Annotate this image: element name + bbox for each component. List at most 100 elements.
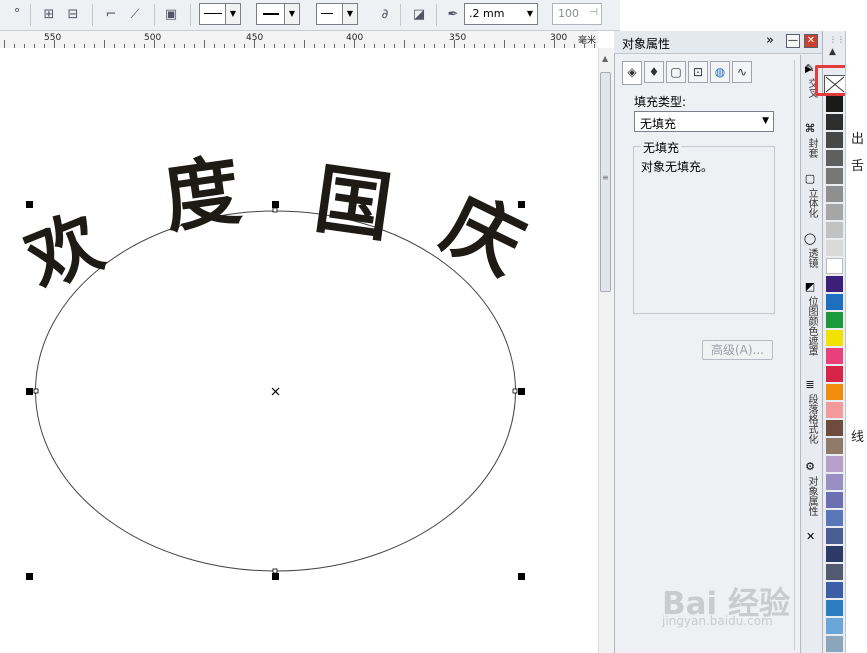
wrap-icon[interactable]: ▣: [162, 6, 180, 24]
color-swatch[interactable]: [826, 582, 843, 598]
line-style-select[interactable]: ▼: [256, 3, 300, 25]
advanced-button[interactable]: 高级(A)...: [702, 340, 773, 360]
canvas-scroll-thumb[interactable]: ≡: [600, 72, 611, 292]
color-swatch[interactable]: [826, 456, 843, 472]
ruler-tick: [204, 40, 205, 48]
outline-width-select[interactable]: .2 mm ▼: [464, 3, 538, 25]
fill-info-title: 无填充: [641, 139, 682, 156]
color-swatch[interactable]: [826, 528, 843, 544]
close-button[interactable]: ✕: [804, 34, 818, 48]
canvas-svg: 欢 度 国 庆: [14, 145, 537, 580]
shadow-icon[interactable]: ◪: [410, 6, 428, 24]
color-swatch[interactable]: [826, 150, 843, 166]
color-swatch[interactable]: [826, 96, 843, 112]
color-swatch[interactable]: [826, 546, 843, 562]
color-swatch[interactable]: [826, 258, 843, 274]
color-swatch[interactable]: [826, 420, 843, 436]
handle-left: [26, 388, 33, 395]
envelope-icon[interactable]: ⌘: [803, 122, 817, 136]
chevron-down-icon: ▼: [762, 116, 769, 126]
color-swatch[interactable]: [826, 564, 843, 580]
ruler-label: 500: [144, 33, 162, 43]
color-swatch[interactable]: [826, 438, 843, 454]
scale-value: 100: [558, 7, 579, 20]
curve-tab-icon[interactable]: ∿: [732, 61, 752, 83]
color-swatch[interactable]: [826, 204, 843, 220]
text-glyph[interactable]: 欢: [14, 198, 114, 304]
dimension-icon[interactable]: ⟋: [126, 6, 144, 24]
extrude-icon[interactable]: ▢: [803, 172, 817, 186]
text-glyph[interactable]: 度: [158, 145, 246, 244]
distribute-icon[interactable]: ⊟: [64, 6, 82, 24]
color-swatch[interactable]: [826, 618, 843, 634]
toolbar-separator: [436, 4, 437, 26]
color-swatch[interactable]: [826, 384, 843, 400]
color-swatch[interactable]: [826, 240, 843, 256]
lens-icon[interactable]: ◯: [803, 232, 817, 246]
color-swatch[interactable]: [826, 114, 843, 130]
scroll-up-icon[interactable]: ▲: [602, 54, 608, 63]
color-swatch[interactable]: [826, 600, 843, 616]
ruler-label: 550: [44, 33, 62, 43]
start-arrow-select[interactable]: ▼: [199, 3, 241, 25]
text-glyph[interactable]: 庆: [430, 178, 537, 291]
color-swatch[interactable]: [826, 474, 843, 490]
frame-tab-icon[interactable]: ▢: [666, 61, 686, 83]
color-swatch[interactable]: [826, 222, 843, 238]
vertical-tab-label[interactable]: 段落格式化: [803, 394, 819, 444]
vertical-tab-label[interactable]: 位图颜色遮罩: [803, 296, 819, 356]
color-swatch[interactable]: [826, 636, 843, 652]
horizontal-ruler[interactable]: 550 500 450 400 350 300 毫米: [0, 31, 598, 49]
handle-bottom-right: [518, 573, 525, 580]
vertical-tab-label[interactable]: 对象属性: [803, 476, 819, 516]
end-arrow-select[interactable]: ▼: [316, 3, 358, 25]
fill-tab-icon[interactable]: ◈: [622, 61, 642, 85]
bitmap-mask-icon[interactable]: ◩: [803, 280, 817, 294]
color-swatch[interactable]: [826, 294, 843, 310]
drawing-canvas[interactable]: 欢 度 国 庆: [0, 48, 598, 653]
watermark-url: jingyan.baidu.com: [662, 614, 773, 628]
color-swatch[interactable]: [826, 132, 843, 148]
docker-title-bar[interactable]: 对象属性 » — ✕: [614, 31, 822, 54]
text-wrap-icon[interactable]: ∂: [376, 6, 394, 24]
handle-right: [518, 388, 525, 395]
color-swatch[interactable]: [826, 492, 843, 508]
paragraph-icon[interactable]: ≣: [803, 378, 817, 392]
color-swatch[interactable]: [826, 312, 843, 328]
palette-scroll-up-icon[interactable]: ▲: [829, 47, 836, 57]
outline-pen-tab-icon[interactable]: ♦: [644, 61, 664, 83]
ruler-tick: [304, 40, 305, 48]
color-swatch[interactable]: [826, 168, 843, 184]
fill-type-select[interactable]: 无填充 ▼: [634, 111, 774, 132]
color-swatch[interactable]: [826, 366, 843, 382]
properties-icon[interactable]: ⚙: [803, 460, 817, 474]
color-swatch[interactable]: [826, 330, 843, 346]
vertical-tab-label[interactable]: 封套: [803, 138, 819, 158]
fill-type-label: 填充类型:: [634, 95, 687, 109]
color-swatch[interactable]: [826, 510, 843, 526]
minimize-button[interactable]: —: [786, 34, 800, 48]
toolbar-separator: [400, 4, 401, 26]
color-swatch[interactable]: [826, 276, 843, 292]
pen-icon: ✒: [447, 7, 459, 22]
scale-input[interactable]: 100 ⊣: [552, 3, 602, 25]
lock-icon[interactable]: ⊣: [589, 7, 598, 18]
edge-text: 出: [851, 132, 865, 147]
expand-icon[interactable]: »: [766, 33, 774, 48]
toolbar-separator: [190, 4, 191, 26]
watermark: Bai 经验 jingyan.baidu.com: [662, 578, 790, 628]
color-swatch[interactable]: [826, 402, 843, 418]
property-toolbar: ° ⊞ ⊟ ⌐ ⟋ ▣ ▼ ▼ ▼ ∂ ◪ ✒ .2 mm ▼ 100 ⊣: [0, 0, 620, 31]
color-swatch[interactable]: [826, 186, 843, 202]
text-glyph[interactable]: 国: [309, 154, 397, 253]
handle-top-left: [26, 201, 33, 208]
color-swatch[interactable]: [826, 348, 843, 364]
vertical-tab-label[interactable]: 透镜: [803, 248, 819, 268]
vertical-tab-label[interactable]: 立体化: [803, 188, 819, 218]
globe-tab-icon[interactable]: ◍: [710, 61, 730, 83]
close-tab-icon[interactable]: ✕: [806, 530, 815, 543]
connector-icon[interactable]: ⌐: [102, 6, 120, 24]
image-tab-icon[interactable]: ⊡: [688, 61, 708, 83]
align-icon[interactable]: ⊞: [40, 6, 58, 24]
ruler-unit: 毫米: [578, 36, 597, 46]
